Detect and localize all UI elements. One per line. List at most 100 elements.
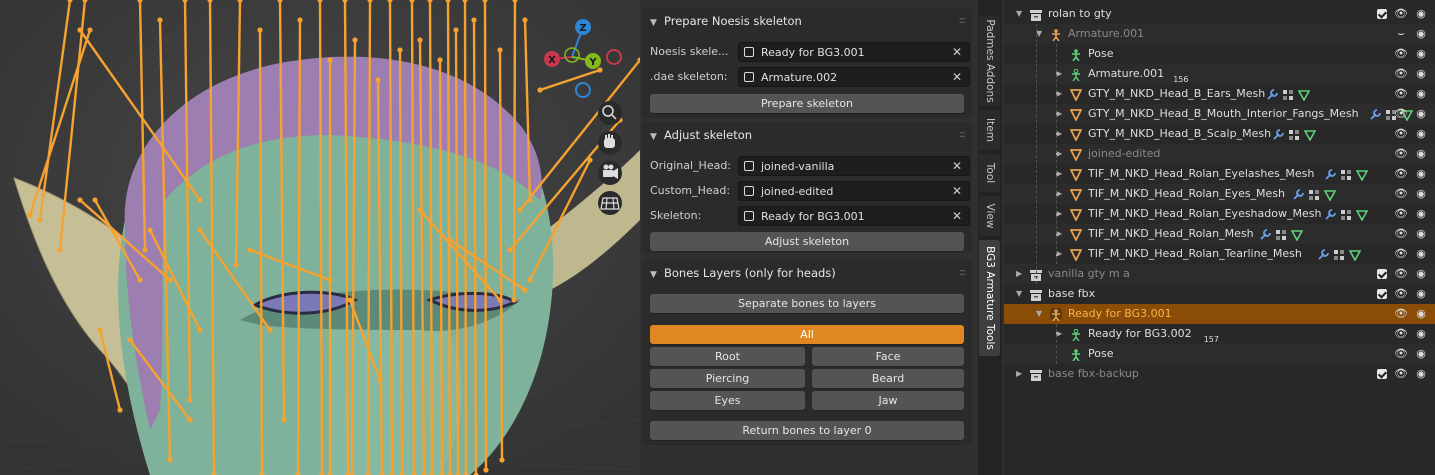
- outliner-row[interactable]: ▼ Armature.001 ⌣ ◉: [1004, 24, 1435, 44]
- camera-icon[interactable]: [598, 161, 622, 185]
- zoom-icon[interactable]: [598, 101, 622, 125]
- clear-icon[interactable]: ✕: [952, 209, 962, 223]
- vertex-groups-icon[interactable]: [1340, 168, 1352, 180]
- eye-icon[interactable]: 👁: [1394, 367, 1408, 381]
- wrench-modifier-icon[interactable]: [1317, 248, 1330, 260]
- eye-icon[interactable]: 👁: [1394, 187, 1408, 201]
- outliner-row[interactable]: ▶ base fbx-backup 👁 ◉: [1004, 364, 1435, 384]
- eye-icon[interactable]: 👁: [1394, 47, 1408, 61]
- camera-render-icon[interactable]: ◉: [1414, 347, 1428, 361]
- wrench-modifier-icon[interactable]: [1324, 168, 1336, 180]
- tab-padmes-addons[interactable]: Padmes Addons: [979, 16, 1000, 106]
- eye-icon[interactable]: 👁: [1394, 227, 1408, 241]
- layer-beard-button[interactable]: Beard: [812, 369, 964, 388]
- outliner-row[interactable]: Pose 👁 ◉: [1004, 344, 1435, 364]
- camera-render-icon[interactable]: ◉: [1414, 367, 1428, 381]
- outliner-row[interactable]: ▶ TIF_M_NKD_Head_Rolan_Eyeshadow_Mesh 👁 ◉: [1004, 204, 1435, 224]
- separate-bones-button[interactable]: Separate bones to layers: [650, 294, 964, 313]
- adjust-skeleton-header[interactable]: ▼ Adjust skeleton ::::: [642, 122, 972, 148]
- eye-icon[interactable]: 👁: [1394, 107, 1408, 121]
- disclosure-open-icon[interactable]: ▼: [1016, 284, 1022, 304]
- wrench-modifier-icon[interactable]: [1259, 228, 1272, 240]
- mesh-data-icon[interactable]: [1323, 188, 1336, 202]
- prepare-skeleton-button[interactable]: Prepare skeleton: [650, 94, 964, 113]
- vertex-groups-icon[interactable]: [1308, 188, 1320, 200]
- eye-icon[interactable]: 👁: [1394, 327, 1408, 341]
- mesh-data-icon[interactable]: [1303, 128, 1317, 142]
- bones-layers-header[interactable]: ▼ Bones Layers (only for heads) ::::: [642, 260, 972, 286]
- drag-grip-icon[interactable]: ::::: [959, 122, 967, 148]
- eye-icon[interactable]: 👁: [1394, 87, 1408, 101]
- 3d-viewport[interactable]: Z X Y: [0, 0, 640, 475]
- dae-skeleton-field[interactable]: Armature.002 ✕: [738, 67, 970, 87]
- mesh-data-icon[interactable]: [1348, 248, 1362, 262]
- eye-icon[interactable]: 👁: [1394, 67, 1408, 81]
- wrench-modifier-icon[interactable]: [1266, 88, 1278, 100]
- tab-bg3-armature-tools[interactable]: BG3 Armature Tools: [979, 240, 1000, 356]
- return-bones-button[interactable]: Return bones to layer 0: [650, 421, 964, 440]
- camera-render-icon[interactable]: ◉: [1414, 187, 1428, 201]
- eye-icon[interactable]: 👁: [1394, 127, 1408, 141]
- camera-render-icon[interactable]: ◉: [1414, 7, 1428, 21]
- vertex-groups-icon[interactable]: [1340, 208, 1352, 220]
- outliner-row[interactable]: ▶ TIF_M_NKD_Head_Rolan_Eyes_Mesh 👁 ◉: [1004, 184, 1435, 204]
- outliner-row[interactable]: ▶ TIF_M_NKD_Head_Rolan_Mesh 👁 ◉: [1004, 224, 1435, 244]
- mesh-data-icon[interactable]: [1290, 228, 1304, 242]
- layer-all-button[interactable]: All: [650, 325, 964, 344]
- eye-icon[interactable]: 👁: [1394, 147, 1408, 161]
- vertex-groups-icon[interactable]: [1282, 88, 1294, 100]
- vertex-groups-icon[interactable]: [1288, 128, 1300, 140]
- eye-icon[interactable]: 👁: [1394, 347, 1408, 361]
- camera-render-icon[interactable]: ◉: [1414, 47, 1428, 61]
- outliner-row[interactable]: ▶ GTY_M_NKD_Head_B_Ears_Mesh 👁 ◉: [1004, 84, 1435, 104]
- outliner-row[interactable]: ▶ Ready for BG3.002 157 👁 ◉: [1004, 324, 1435, 344]
- camera-render-icon[interactable]: ◉: [1414, 327, 1428, 341]
- eye-icon[interactable]: 👁: [1394, 247, 1408, 261]
- layer-jaw-button[interactable]: Jaw: [812, 391, 964, 410]
- wrench-modifier-icon[interactable]: [1272, 128, 1285, 140]
- custom-head-field[interactable]: joined-edited ✕: [738, 181, 970, 201]
- grid-ortho-icon[interactable]: [598, 191, 622, 215]
- camera-render-icon[interactable]: ◉: [1414, 107, 1428, 121]
- outliner-row[interactable]: ▼ rolan to gty 👁 ◉: [1004, 4, 1435, 24]
- wrench-modifier-icon[interactable]: [1369, 108, 1381, 120]
- outliner-row[interactable]: ▶ GTY_M_NKD_Head_B_Mouth_Interior_Fangs_M…: [1004, 104, 1435, 124]
- skeleton-field[interactable]: Ready for BG3.001 ✕: [738, 206, 970, 226]
- outliner-row[interactable]: ▶ TIF_M_NKD_Head_Rolan_Tearline_Mesh 👁 ◉: [1004, 244, 1435, 264]
- vertex-groups-icon[interactable]: [1333, 248, 1345, 260]
- adjust-skeleton-button[interactable]: Adjust skeleton: [650, 232, 964, 251]
- camera-render-icon[interactable]: ◉: [1414, 207, 1428, 221]
- hand-pan-icon[interactable]: [598, 131, 622, 155]
- layer-piercing-button[interactable]: Piercing: [650, 369, 805, 388]
- clear-icon[interactable]: ✕: [952, 70, 962, 84]
- disclosure-open-icon[interactable]: ▼: [1036, 304, 1042, 324]
- camera-render-icon[interactable]: ◉: [1414, 67, 1428, 81]
- outliner-row[interactable]: ▶ vanilla gty m a 👁 ◉: [1004, 264, 1435, 284]
- outliner-row[interactable]: ▶ Armature.001 156 👁 ◉: [1004, 64, 1435, 84]
- outliner-row[interactable]: ▼ Ready for BG3.001 👁 ◉: [1004, 304, 1435, 324]
- camera-render-icon[interactable]: ◉: [1414, 307, 1428, 321]
- outliner-row[interactable]: ▶ TIF_M_NKD_Head_Rolan_Eyelashes_Mesh 👁 ◉: [1004, 164, 1435, 184]
- eye-icon[interactable]: 👁: [1394, 307, 1408, 321]
- camera-render-icon[interactable]: ◉: [1414, 27, 1428, 41]
- mesh-data-icon[interactable]: [1297, 88, 1311, 102]
- wrench-modifier-icon[interactable]: [1324, 208, 1336, 220]
- noesis-skeleton-field[interactable]: Ready for BG3.001 ✕: [738, 42, 970, 62]
- layer-face-button[interactable]: Face: [812, 347, 964, 366]
- tab-view[interactable]: View: [979, 196, 1000, 236]
- camera-render-icon[interactable]: ◉: [1414, 167, 1428, 181]
- tab-item[interactable]: Item: [979, 110, 1000, 150]
- original-head-field[interactable]: joined-vanilla ✕: [738, 156, 970, 176]
- disclosure-closed-icon[interactable]: ▶: [1016, 264, 1022, 284]
- clear-icon[interactable]: ✕: [952, 45, 962, 59]
- camera-render-icon[interactable]: ◉: [1414, 227, 1428, 241]
- clear-icon[interactable]: ✕: [952, 159, 962, 173]
- camera-render-icon[interactable]: ◉: [1414, 287, 1428, 301]
- disclosure-closed-icon[interactable]: ▶: [1016, 364, 1022, 384]
- drag-grip-icon[interactable]: ::::: [959, 8, 967, 34]
- wrench-modifier-icon[interactable]: [1292, 188, 1304, 200]
- clear-icon[interactable]: ✕: [952, 184, 962, 198]
- layer-eyes-button[interactable]: Eyes: [650, 391, 805, 410]
- mesh-data-icon[interactable]: [1355, 208, 1369, 222]
- eye-icon[interactable]: 👁: [1394, 167, 1408, 181]
